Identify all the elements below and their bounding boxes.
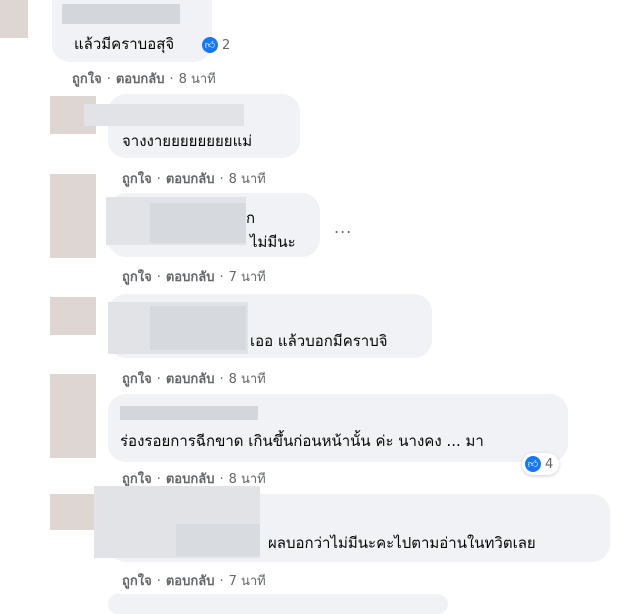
reply-link[interactable]: ตอบกลับ bbox=[166, 472, 215, 487]
blurred-author-name bbox=[84, 104, 244, 126]
blurred-author-name bbox=[62, 4, 180, 24]
comment-actions: ถูกใจ · ตอบกลับ · 7 นาที bbox=[122, 266, 266, 287]
reaction-count[interactable]: 👍︎ 4 bbox=[522, 453, 560, 475]
like-link[interactable]: ถูกใจ bbox=[122, 172, 152, 187]
like-link[interactable]: ถูกใจ bbox=[122, 574, 152, 589]
avatar[interactable] bbox=[50, 374, 96, 458]
comment-actions: ถูกใจ · ตอบกลับ · 8 นาที bbox=[122, 368, 266, 389]
separator: · bbox=[156, 472, 161, 487]
separator: · bbox=[156, 270, 161, 285]
separator: · bbox=[219, 372, 224, 387]
comment-bubble bbox=[108, 594, 448, 614]
reply-link[interactable]: ตอบกลับ bbox=[166, 172, 215, 187]
avatar[interactable] bbox=[50, 494, 96, 530]
like-link[interactable]: ถูกใจ bbox=[122, 372, 152, 387]
comment-bubble bbox=[108, 394, 568, 462]
like-link[interactable]: ถูกใจ bbox=[122, 270, 152, 285]
timestamp[interactable]: 7 นาที bbox=[229, 574, 266, 589]
comment-text: ไม่มีนะ bbox=[250, 233, 296, 251]
timestamp[interactable]: 7 นาที bbox=[229, 270, 266, 285]
reaction-count[interactable]: 👍︎ 2 bbox=[202, 37, 230, 53]
separator: · bbox=[219, 172, 224, 187]
like-link[interactable]: ถูกใจ bbox=[72, 72, 102, 87]
separator: · bbox=[169, 72, 174, 87]
blurred-author-name bbox=[150, 306, 246, 350]
timestamp[interactable]: 8 นาที bbox=[179, 72, 216, 87]
reply-link[interactable]: ตอบกลับ bbox=[116, 72, 165, 87]
like-icon: 👍︎ bbox=[202, 37, 218, 53]
avatar[interactable] bbox=[50, 174, 96, 258]
separator: · bbox=[219, 472, 224, 487]
separator: · bbox=[219, 270, 224, 285]
comment-actions: ถูกใจ · ตอบกลับ · 8 นาที bbox=[72, 68, 216, 89]
separator: · bbox=[106, 72, 111, 87]
timestamp[interactable]: 8 นาที bbox=[229, 472, 266, 487]
comment-text: ผลบอกว่าไม่มีนะคะไปตามอ่านในทวิตเลย bbox=[268, 534, 536, 552]
comment-actions: ถูกใจ · ตอบกลับ · 7 นาที bbox=[122, 570, 266, 591]
blurred-author-name bbox=[176, 524, 260, 556]
comment-text: จางงายยยยยยยยแม่ bbox=[122, 132, 253, 150]
separator: · bbox=[156, 574, 161, 589]
separator: · bbox=[156, 372, 161, 387]
comment-text: ก bbox=[246, 209, 256, 227]
avatar[interactable] bbox=[0, 0, 28, 38]
blurred-author-name bbox=[120, 406, 258, 420]
blurred-author-name bbox=[150, 203, 246, 243]
timestamp[interactable]: 8 นาที bbox=[229, 372, 266, 387]
reply-link[interactable]: ตอบกลับ bbox=[166, 372, 215, 387]
reply-link[interactable]: ตอบกลับ bbox=[166, 574, 215, 589]
timestamp[interactable]: 8 นาที bbox=[229, 172, 266, 187]
comment-text: ร่องรอยการฉีกขาด เกินขึ้นก่อนหน้านั้น ค่… bbox=[120, 432, 484, 450]
comment-actions: ถูกใจ · ตอบกลับ · 8 นาที bbox=[122, 168, 266, 189]
like-link[interactable]: ถูกใจ bbox=[122, 472, 152, 487]
avatar[interactable] bbox=[50, 297, 96, 335]
separator: · bbox=[219, 574, 224, 589]
more-options-icon[interactable]: ... bbox=[334, 218, 352, 237]
separator: · bbox=[156, 172, 161, 187]
comment-text: เออ แล้วบอกมีคราบจิ bbox=[250, 332, 388, 350]
comment-text: แล้วมีคราบอสุจิ bbox=[74, 35, 175, 53]
like-icon: 👍︎ bbox=[525, 456, 541, 472]
reply-link[interactable]: ตอบกลับ bbox=[166, 270, 215, 285]
